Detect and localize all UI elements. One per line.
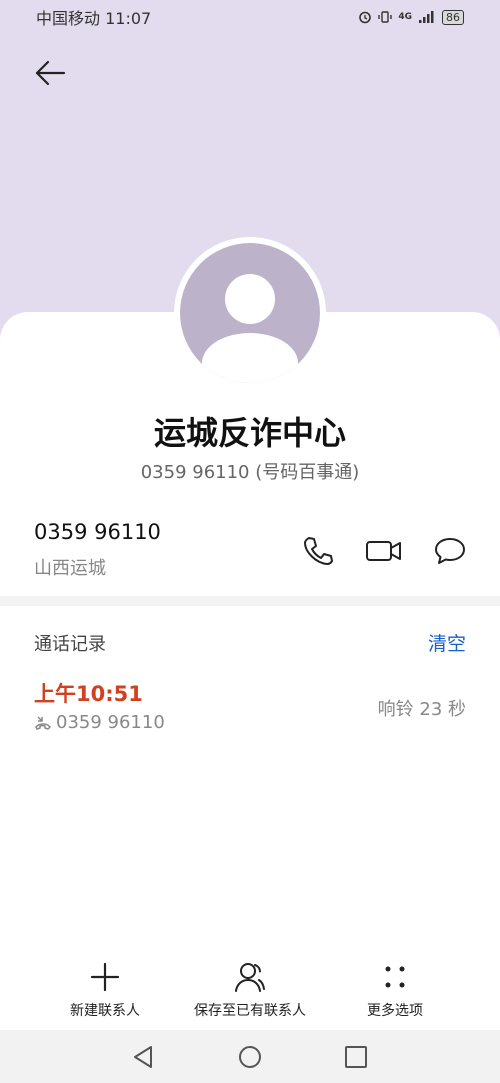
alarm-icon (359, 11, 372, 24)
video-icon (366, 541, 401, 561)
record-number-line: 0359 96110 (34, 712, 165, 733)
signal-icon (419, 11, 434, 23)
plus-icon (88, 960, 122, 994)
triangle-back-icon (134, 1046, 152, 1068)
status-icons: 4G 86 (358, 9, 464, 25)
call-button[interactable] (300, 534, 336, 568)
nav-back-button[interactable] (130, 1044, 156, 1070)
arrow-left-icon (35, 60, 66, 86)
battery-indicator: 86 (442, 9, 464, 25)
nav-recents-button[interactable] (343, 1044, 369, 1070)
call-records-title: 通话记录 (34, 634, 106, 655)
new-contact-button[interactable]: 新建联系人 (30, 960, 180, 1020)
circle-home-icon (239, 1046, 261, 1068)
more-icon (378, 960, 412, 994)
clear-records-button[interactable]: 清空 (428, 629, 466, 656)
bottom-action-bar: 新建联系人 保存至已有联系人 更多选项 (0, 960, 500, 1024)
avatar-ring (174, 237, 326, 389)
new-contact-label: 新建联系人 (70, 1003, 140, 1019)
save-to-existing-label: 保存至已有联系人 (194, 1003, 306, 1019)
contact-subtitle: 0359 96110 (号码百事通) (140, 462, 360, 483)
network-label: 4G (398, 12, 412, 22)
save-to-existing-button[interactable]: 保存至已有联系人 (175, 960, 325, 1020)
record-duration: 响铃 23 秒 (377, 699, 466, 720)
system-nav-bar (0, 1030, 500, 1083)
video-call-button[interactable] (365, 534, 403, 568)
back-button[interactable] (30, 55, 70, 91)
section-divider (0, 596, 500, 606)
status-bar: 中国移动 11:07 4G 86 (0, 0, 500, 34)
record-time: 上午10:51 (34, 682, 143, 706)
vibrate-icon (378, 11, 393, 23)
carrier-time: 中国移动 11:07 (36, 9, 152, 28)
number-actions (0, 534, 500, 568)
message-button[interactable] (433, 534, 469, 568)
chat-bubble-icon (435, 538, 465, 564)
avatar (180, 243, 320, 383)
contact-name: 运城反诈中心 (153, 414, 346, 452)
more-options-label: 更多选项 (367, 1003, 423, 1019)
square-recents-icon (345, 1046, 367, 1068)
phone-icon (304, 537, 333, 565)
person-avatar-icon (202, 274, 298, 383)
missed-call-icon (35, 715, 51, 730)
nav-home-button[interactable] (237, 1044, 263, 1070)
record-number: 0359 96110 (56, 712, 165, 733)
more-options-button[interactable]: 更多选项 (320, 960, 470, 1020)
person-icon (233, 960, 267, 994)
